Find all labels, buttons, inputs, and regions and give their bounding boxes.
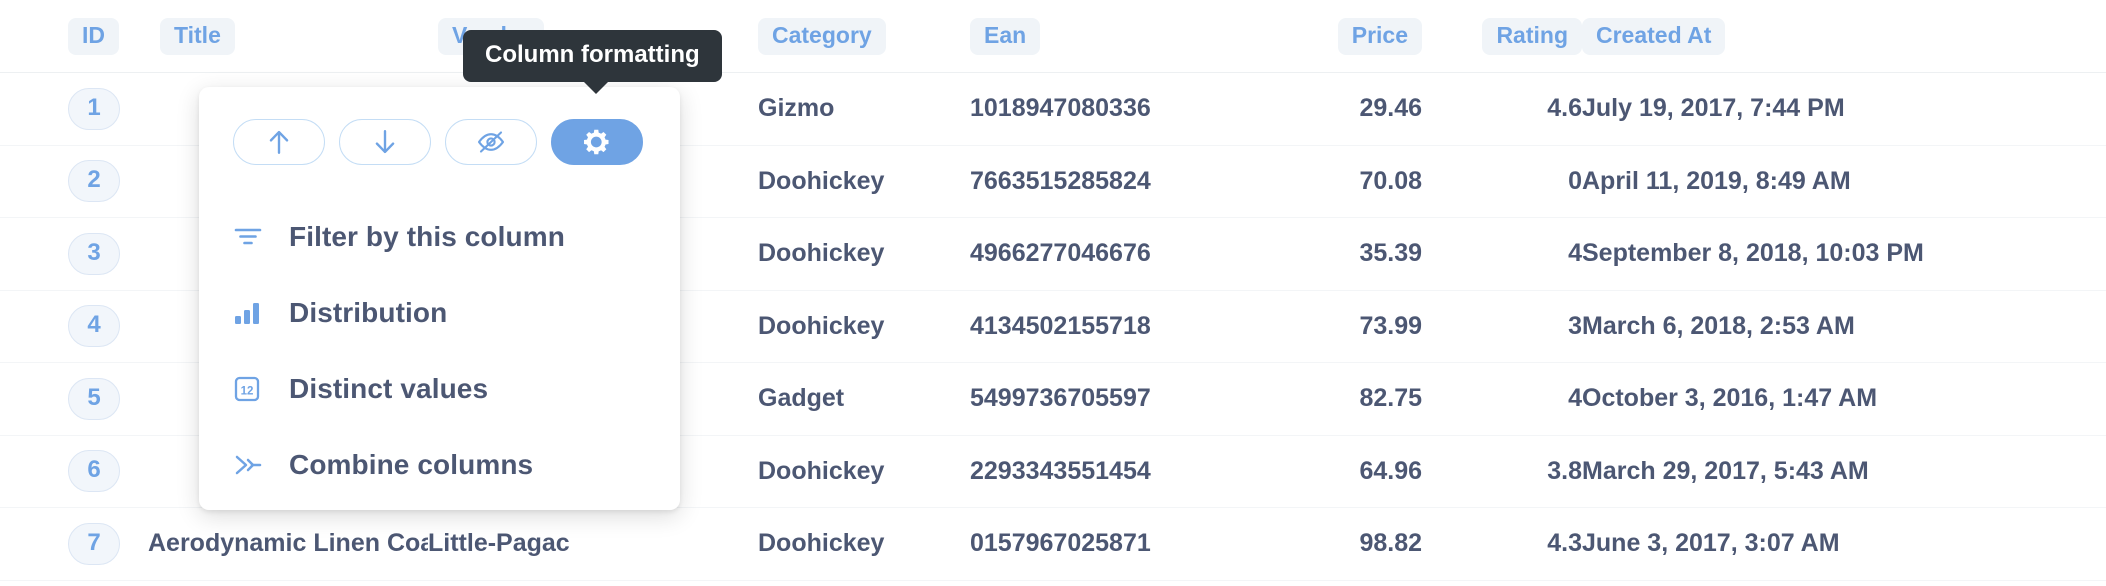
sort-descending-button[interactable] bbox=[339, 119, 431, 165]
table-row[interactable]: 7 Aerodynamic Linen Coat Little-Pagac Do… bbox=[0, 507, 2106, 581]
cell-created-at: October 3, 2016, 1:47 AM bbox=[1582, 362, 2106, 436]
table-header-row: ID Title Vendor Category Ean Price Ratin… bbox=[0, 0, 2106, 73]
cell-price: 64.96 bbox=[1232, 435, 1422, 508]
column-header-created-at[interactable]: Created At bbox=[1582, 0, 2106, 73]
cell-category: Gizmo bbox=[758, 72, 970, 146]
number-box-icon: 12 bbox=[233, 375, 277, 403]
cell-id: 6 bbox=[0, 435, 148, 508]
cell-rating: 3.8 bbox=[1422, 435, 1582, 508]
column-formatting-button[interactable] bbox=[551, 119, 643, 165]
eye-crossed-icon bbox=[476, 129, 506, 155]
column-menu-list: Filter by this column Distribution 12 Di… bbox=[199, 199, 680, 503]
menu-item-filter-by-this-column[interactable]: Filter by this column bbox=[199, 199, 680, 275]
bar-chart-icon bbox=[233, 300, 277, 326]
cell-created-at: June 3, 2017, 3:07 AM bbox=[1582, 507, 2106, 581]
table-header: ID Title Vendor Category Ean Price Ratin… bbox=[0, 0, 2106, 73]
column-header-label-created-at: Created At bbox=[1582, 17, 1726, 55]
column-header-title[interactable]: Title bbox=[148, 0, 428, 73]
cell-category: Doohickey bbox=[758, 217, 970, 291]
cell-price: 70.08 bbox=[1232, 145, 1422, 218]
column-header-ean[interactable]: Ean bbox=[970, 0, 1232, 73]
cell-created-at: July 19, 2017, 7:44 PM bbox=[1582, 72, 2106, 146]
cell-rating: 4.3 bbox=[1422, 507, 1582, 581]
column-header-price[interactable]: Price bbox=[1232, 0, 1422, 73]
cell-category: Doohickey bbox=[758, 435, 970, 508]
cell-rating: 4 bbox=[1422, 362, 1582, 436]
id-pill[interactable]: 1 bbox=[68, 87, 120, 130]
cell-rating: 4.6 bbox=[1422, 72, 1582, 146]
cell-ean: 4134502155718 bbox=[970, 290, 1232, 363]
cell-title: Aerodynamic Linen Coat bbox=[148, 507, 428, 581]
menu-item-label: Filter by this column bbox=[289, 221, 565, 252]
cell-rating: 0 bbox=[1422, 145, 1582, 218]
cell-category: Doohickey bbox=[758, 290, 970, 363]
cell-ean: 1018947080336 bbox=[970, 72, 1232, 146]
id-pill[interactable]: 4 bbox=[68, 305, 120, 348]
column-header-category[interactable]: Category bbox=[758, 0, 970, 73]
cell-created-at: March 29, 2017, 5:43 AM bbox=[1582, 435, 2106, 508]
cell-ean: 4966277046676 bbox=[970, 217, 1232, 291]
id-pill[interactable]: 7 bbox=[68, 522, 120, 565]
cell-category: Doohickey bbox=[758, 507, 970, 581]
menu-item-combine-columns[interactable]: Combine columns bbox=[199, 427, 680, 503]
column-header-label-ean: Ean bbox=[970, 17, 1041, 55]
tooltip-text: Column formatting bbox=[485, 41, 700, 68]
cell-ean: 2293343551454 bbox=[970, 435, 1232, 508]
tooltip-arrow bbox=[583, 81, 609, 94]
cell-id: 3 bbox=[0, 217, 148, 291]
cell-ean: 5499736705597 bbox=[970, 362, 1232, 436]
id-pill[interactable]: 5 bbox=[68, 377, 120, 420]
hide-column-button[interactable] bbox=[445, 119, 537, 165]
cell-id: 7 bbox=[0, 507, 148, 581]
menu-item-label: Distinct values bbox=[289, 373, 489, 404]
cell-price: 35.39 bbox=[1232, 217, 1422, 291]
cell-rating: 4 bbox=[1422, 217, 1582, 291]
cell-ean: 7663515285824 bbox=[970, 145, 1232, 218]
id-pill[interactable]: 6 bbox=[68, 450, 120, 493]
cell-created-at: September 8, 2018, 10:03 PM bbox=[1582, 217, 2106, 291]
id-pill[interactable]: 3 bbox=[68, 232, 120, 275]
cell-id: 4 bbox=[0, 290, 148, 363]
cell-price: 73.99 bbox=[1232, 290, 1422, 363]
cell-id: 1 bbox=[0, 72, 148, 146]
column-header-rating[interactable]: Rating bbox=[1422, 0, 1582, 73]
column-header-label-title: Title bbox=[160, 17, 235, 55]
gear-icon bbox=[582, 127, 612, 157]
column-header-id[interactable]: ID bbox=[0, 0, 148, 73]
svg-text:12: 12 bbox=[241, 386, 254, 398]
arrow-down-icon bbox=[372, 128, 398, 156]
cell-price: 82.75 bbox=[1232, 362, 1422, 436]
menu-item-distribution[interactable]: Distribution bbox=[199, 275, 680, 351]
arrow-up-icon bbox=[266, 128, 292, 156]
filter-icon bbox=[233, 224, 277, 250]
column-header-label-rating: Rating bbox=[1482, 17, 1582, 55]
column-header-label-category: Category bbox=[758, 17, 886, 55]
cell-category: Gadget bbox=[758, 362, 970, 436]
cell-ean: 0157967025871 bbox=[970, 507, 1232, 581]
sort-ascending-button[interactable] bbox=[233, 119, 325, 165]
cell-created-at: April 11, 2019, 8:49 AM bbox=[1582, 145, 2106, 218]
menu-item-label: Distribution bbox=[289, 297, 448, 328]
column-header-label-price: Price bbox=[1337, 17, 1422, 55]
column-action-button-row bbox=[199, 87, 680, 165]
column-formatting-tooltip: Column formatting bbox=[463, 30, 722, 94]
column-options-popover: Filter by this column Distribution 12 Di… bbox=[199, 87, 680, 510]
cell-category: Doohickey bbox=[758, 145, 970, 218]
column-header-label-id: ID bbox=[68, 17, 119, 55]
cell-rating: 3 bbox=[1422, 290, 1582, 363]
cell-price: 98.82 bbox=[1232, 507, 1422, 581]
menu-item-distinct-values[interactable]: 12 Distinct values bbox=[199, 351, 680, 427]
cell-id: 2 bbox=[0, 145, 148, 218]
cell-price: 29.46 bbox=[1232, 72, 1422, 146]
cell-id: 5 bbox=[0, 362, 148, 436]
cell-vendor: Little-Pagac bbox=[428, 507, 758, 581]
menu-item-label: Combine columns bbox=[289, 449, 534, 480]
id-pill[interactable]: 2 bbox=[68, 160, 120, 203]
cell-created-at: March 6, 2018, 2:53 AM bbox=[1582, 290, 2106, 363]
combine-arrows-icon bbox=[233, 452, 277, 478]
